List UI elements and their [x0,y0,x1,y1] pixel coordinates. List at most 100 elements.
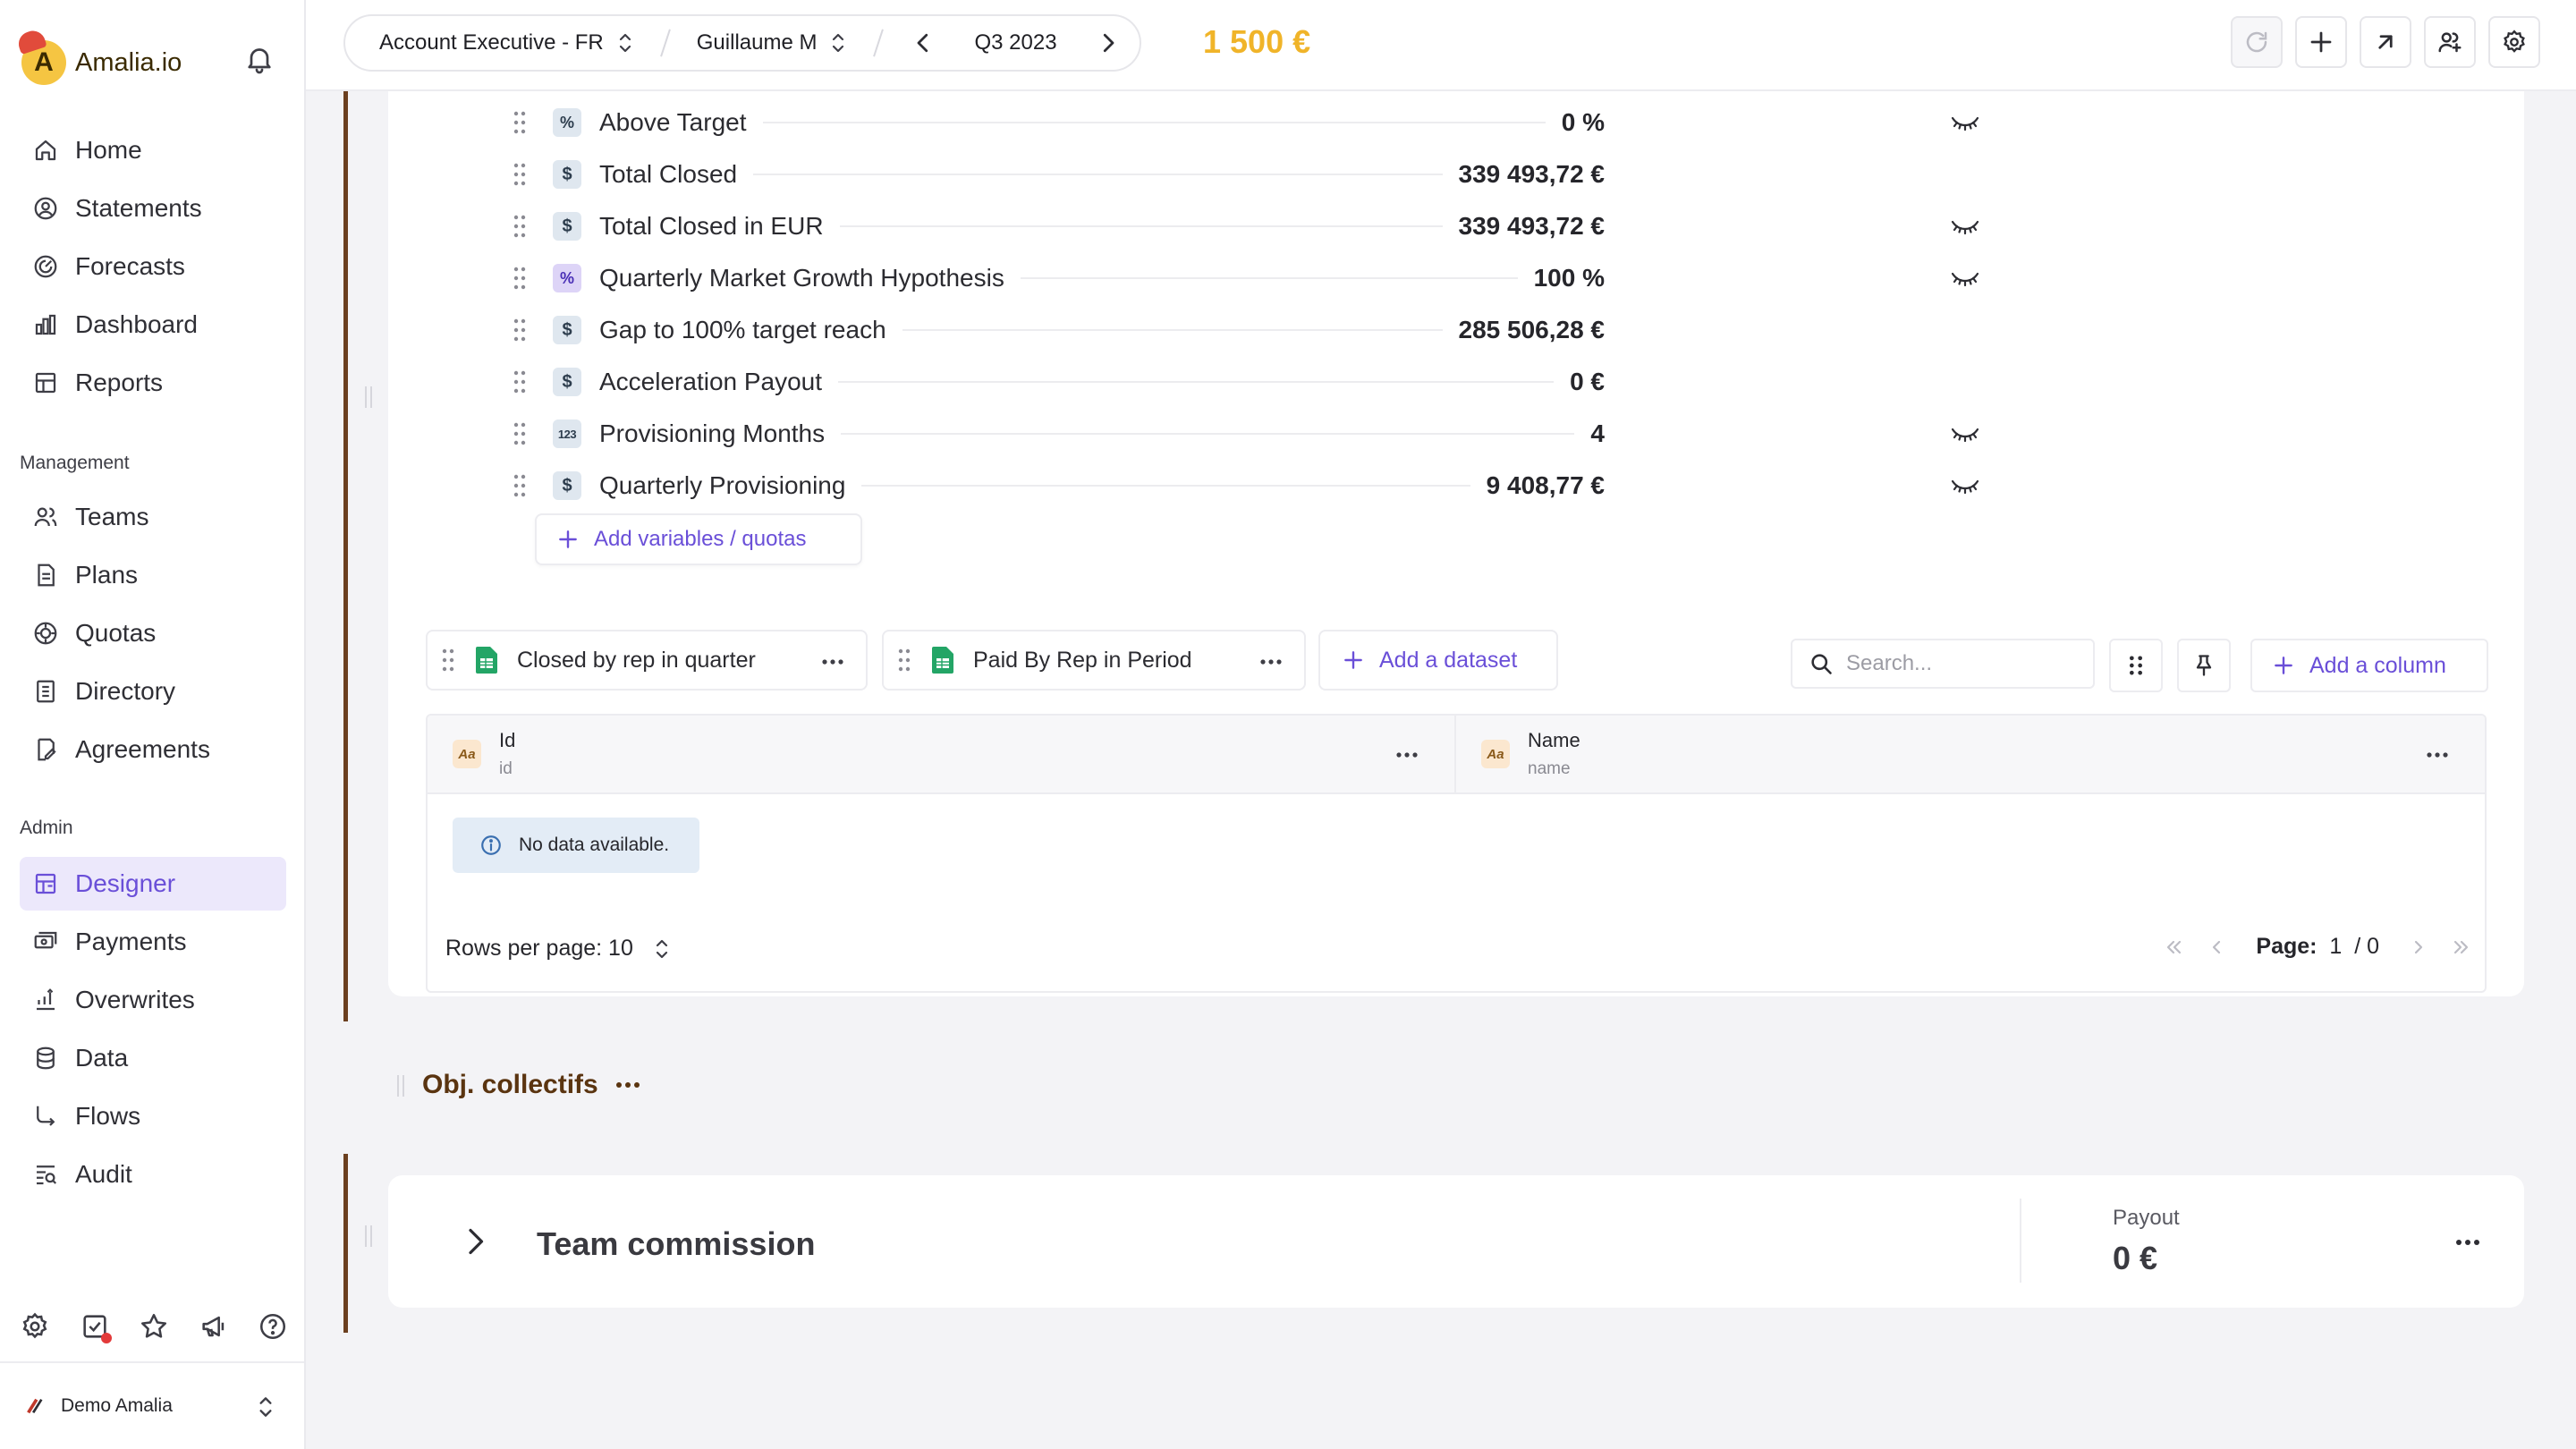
settings-button[interactable] [2488,16,2540,68]
sidebar-item-label: Teams [75,503,149,530]
user-switcher[interactable]: Demo Amalia [0,1361,304,1449]
sidebar-item-label: Flows [75,1102,141,1130]
total-amount: 1 500 € [1203,23,1311,60]
leader-line [1020,277,1518,279]
eye-closed-icon[interactable] [1950,215,1980,240]
variable-row[interactable]: % Quarterly Market Growth Hypothesis 100 % [513,252,1979,304]
dataset-search[interactable]: Search... [1791,639,2095,689]
sidebar-item-dashboard[interactable]: Dashboard [20,298,286,352]
empty-state-message: No data available. [519,835,670,855]
more-horizontal-icon[interactable] [2454,1233,2481,1252]
user-plus-icon [2438,32,2462,53]
bell-icon[interactable] [243,43,275,75]
drag-handle-icon[interactable] [513,163,526,186]
previous-period-button[interactable] [910,30,936,56]
eye-closed-icon[interactable] [1950,422,1980,447]
eye-closed-icon[interactable] [1950,474,1980,499]
dataset-tab-closed-by-rep[interactable]: Closed by rep in quarter [426,630,868,691]
sidebar-item-payments[interactable]: Payments [20,915,286,969]
drag-handle-icon[interactable] [513,422,526,445]
drag-handle-icon [442,648,454,672]
sidebar-item-home[interactable]: Home [20,123,286,177]
help-icon[interactable] [258,1311,288,1342]
rows-per-page-selector[interactable]: Rows per page: 10 [445,936,671,962]
drag-handle-icon[interactable] [513,318,526,342]
next-page-icon[interactable] [2408,936,2429,958]
tasks-icon[interactable] [80,1311,112,1343]
sidebar-item-statements[interactable]: Statements [20,182,286,235]
dataset-tab-paid-by-rep[interactable]: Paid By Rep in Period [882,630,1306,691]
sidebar-item-forecasts[interactable]: Forecasts [20,240,286,293]
sidebar-item-reports[interactable]: Reports [20,356,286,410]
section-drag-handle[interactable] [397,1075,404,1097]
more-horizontal-icon[interactable] [2426,746,2449,764]
add-column-label: Add a column [2309,652,2446,678]
plan-selector[interactable]: Account Executive - FR [379,30,634,55]
search-input[interactable]: Search... [1846,651,1932,676]
add-column-button[interactable]: Add a column [2250,639,2488,692]
variable-row[interactable]: $ Acceleration Payout 0 € [513,356,1605,408]
open-external-button[interactable] [2360,16,2411,68]
drag-handle-icon[interactable] [513,111,526,134]
more-horizontal-icon[interactable] [1259,653,1283,671]
variable-value: 9 408,77 € [1486,471,1605,499]
variable-row[interactable]: $ Quarterly Provisioning 9 408,77 € [513,460,1979,512]
resize-handle[interactable] [365,386,372,408]
sidebar-item-teams[interactable]: Teams [20,490,286,544]
variable-row[interactable]: % Above Target 0 % [513,97,1979,148]
refresh-button[interactable] [2231,16,2283,68]
pin-columns-button[interactable] [2177,639,2231,692]
sidebar-item-flows[interactable]: Flows [20,1089,286,1143]
next-period-button[interactable] [1095,30,1122,56]
drag-handle-icon[interactable] [513,215,526,238]
resize-handle[interactable] [365,1225,372,1247]
sidebar-item-agreements[interactable]: Agreements [20,723,286,776]
star-icon[interactable] [139,1311,169,1342]
previous-page-icon[interactable] [2206,936,2227,958]
eye-closed-icon[interactable] [1950,111,1980,136]
column-header-id[interactable]: Aa Id id [428,716,1456,792]
eye-closed-icon[interactable] [1950,267,1980,292]
sidebar-item-designer[interactable]: Designer [20,857,286,911]
variable-row[interactable]: 123 Provisioning Months 4 [513,408,1979,460]
sidebar-item-data[interactable]: Data [20,1031,286,1085]
more-horizontal-icon[interactable] [614,1075,641,1095]
brand[interactable]: A Amalia.io [21,36,182,89]
sidebar-item-quotas[interactable]: Quotas [20,606,286,660]
megaphone-icon[interactable] [199,1311,229,1342]
google-sheets-icon [932,647,953,674]
settings-icon[interactable] [20,1311,50,1342]
sidebar-item-overwrites[interactable]: Overwrites [20,973,286,1027]
first-page-icon[interactable] [2163,936,2184,958]
drag-handle-icon[interactable] [513,370,526,394]
variable-name: Total Closed in EUR [599,212,824,240]
add-button[interactable] [2295,16,2347,68]
drag-handle-icon[interactable] [513,267,526,290]
page-indicator: Page: 1 / 0 [2256,934,2379,960]
chevron-left-icon [918,33,928,53]
column-order-button[interactable] [2109,639,2163,692]
more-horizontal-icon[interactable] [821,653,844,671]
sidebar-item-audit[interactable]: Audit [20,1148,286,1201]
last-page-icon[interactable] [2451,936,2472,958]
variable-row[interactable]: $ Gap to 100% target reach 285 506,28 € [513,304,1605,356]
team-commission-rule-card[interactable]: Team commission Payout 0 € [388,1175,2524,1308]
sidebar-item-label: Reports [75,369,164,396]
drag-handle-icon[interactable] [513,474,526,497]
add-variables-button[interactable]: Add variables / quotas [535,513,862,565]
more-horizontal-icon[interactable] [1395,746,1419,764]
sidebar-item-label: Statements [75,194,202,222]
variable-type-badge: % [553,108,581,137]
assign-user-button[interactable] [2424,16,2476,68]
add-dataset-button[interactable]: Add a dataset [1318,630,1558,691]
variable-row[interactable]: $ Total Closed 339 493,72 € [513,148,1605,200]
variable-type-badge: $ [553,316,581,344]
column-header-name[interactable]: Aa Name name [1456,716,2485,792]
variable-name: Quarterly Provisioning [599,471,846,499]
user-selector[interactable]: Guillaume M [697,30,848,55]
chevron-right-icon[interactable] [462,1224,488,1259]
sidebar-item-directory[interactable]: Directory [20,665,286,718]
variable-row[interactable]: $ Total Closed in EUR 339 493,72 € [513,200,1979,252]
page-current[interactable]: 1 [2329,934,2342,959]
sidebar-item-plans[interactable]: Plans [20,548,286,602]
